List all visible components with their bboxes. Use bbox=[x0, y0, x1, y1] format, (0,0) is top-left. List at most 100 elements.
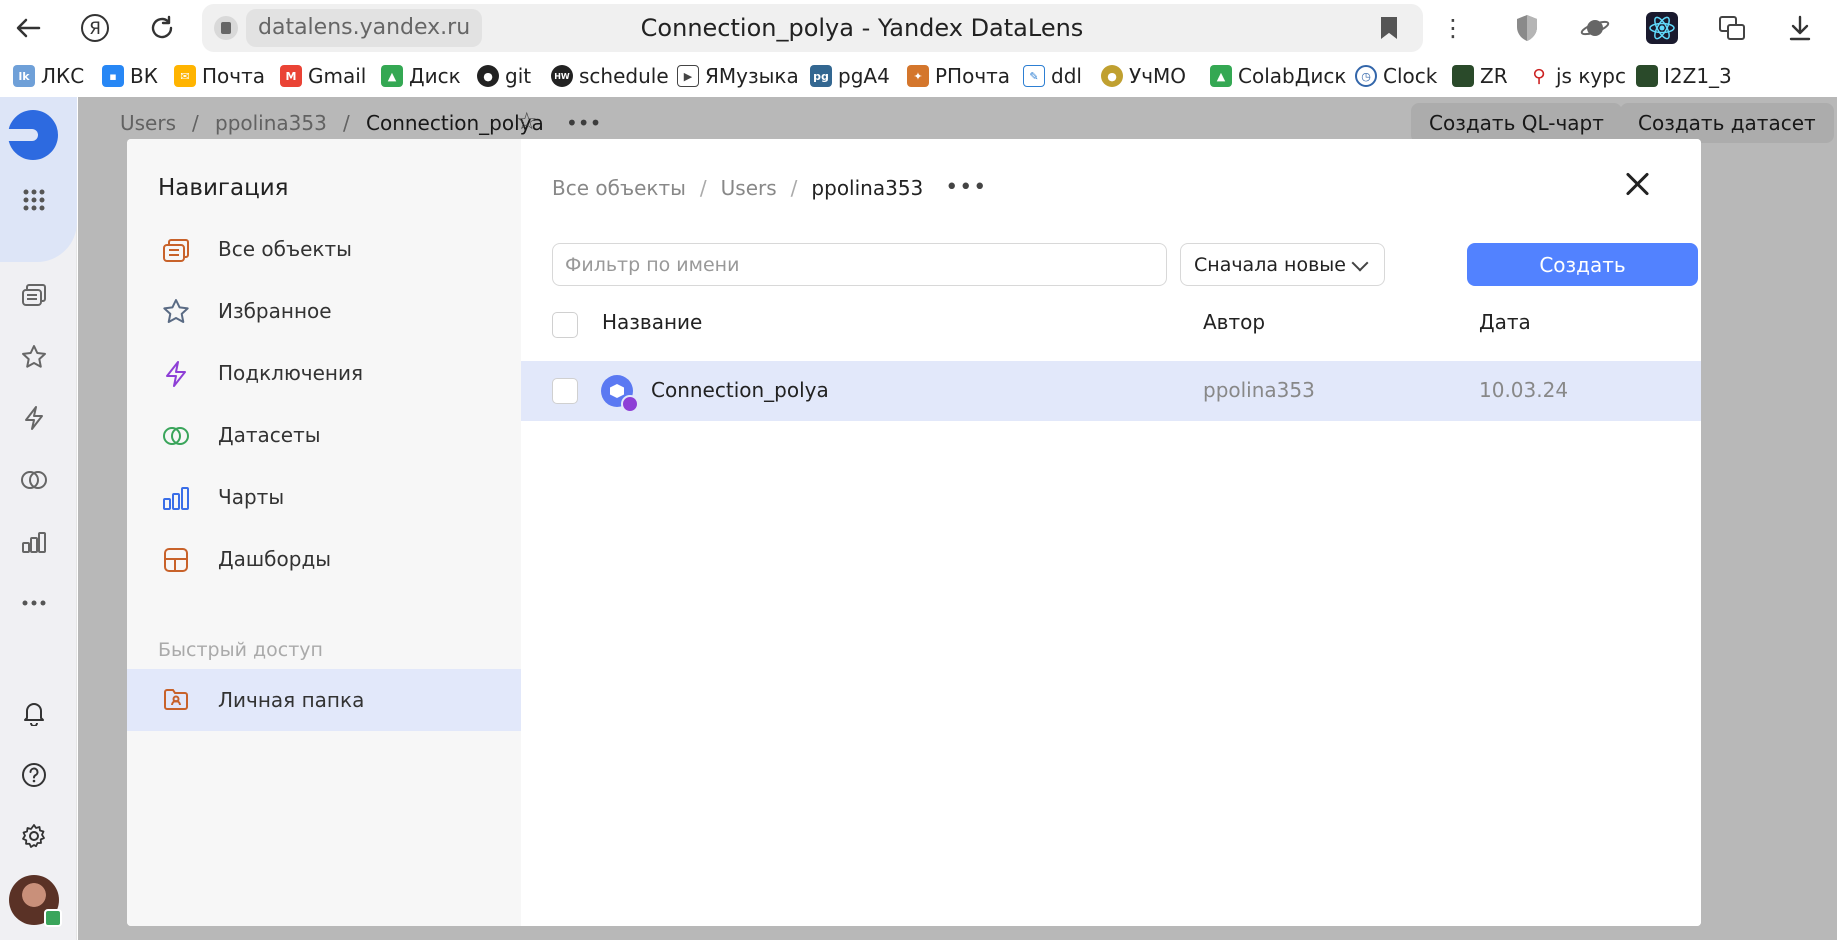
bookmark-uchmo[interactable]: ● УчМО bbox=[1101, 62, 1186, 90]
filter-input[interactable] bbox=[552, 243, 1167, 286]
yandex-icon[interactable]: Я bbox=[75, 8, 115, 48]
bookmark-schedule[interactable]: HW schedule bbox=[551, 62, 669, 90]
vk-icon: ▪ bbox=[102, 65, 124, 87]
datasets-icon[interactable] bbox=[16, 462, 52, 498]
bookmark-label: Gmail bbox=[308, 64, 367, 88]
address-bar[interactable]: datalens.yandex.ru Connection_polya - Ya… bbox=[202, 4, 1423, 52]
column-header-author[interactable]: Автор bbox=[1203, 310, 1265, 334]
breadcrumb-separator: / bbox=[790, 175, 798, 200]
row-name[interactable]: Connection_polya bbox=[651, 378, 829, 402]
all-objects-icon bbox=[163, 239, 189, 262]
row-checkbox[interactable] bbox=[552, 378, 578, 404]
breadcrumb-all-objects[interactable]: Все объекты bbox=[552, 176, 686, 200]
bookmark-icon[interactable] bbox=[1381, 17, 1397, 39]
star-icon[interactable] bbox=[16, 339, 52, 375]
bookmark-pga4[interactable]: pg pgA4 bbox=[810, 62, 890, 90]
bookmark-label: ddl bbox=[1051, 64, 1082, 88]
datalens-logo[interactable] bbox=[8, 110, 58, 160]
planet-extension-icon[interactable] bbox=[1579, 12, 1611, 44]
bookmark-clock[interactable]: ◷ Clock bbox=[1355, 62, 1437, 90]
bookmark-disk[interactable]: ▲ Диск bbox=[381, 62, 461, 90]
bookmark-jskurs[interactable]: ⚲ js курс bbox=[1528, 62, 1626, 90]
quick-access-heading: Быстрый доступ bbox=[158, 639, 323, 661]
bookmark-label: ЯМузыка bbox=[705, 64, 799, 88]
bookmark-label: УчМО bbox=[1129, 64, 1187, 88]
bookmark-gmail[interactable]: M Gmail bbox=[280, 62, 366, 90]
row-author: ppolina353 bbox=[1203, 378, 1315, 402]
nav-item-charts[interactable]: Чарты bbox=[127, 468, 521, 526]
reload-icon[interactable] bbox=[142, 8, 182, 48]
lock-badge-icon bbox=[44, 909, 62, 927]
nav-item-connections[interactable]: Подключения bbox=[127, 344, 521, 402]
dashboard-icon bbox=[164, 548, 188, 572]
bell-icon[interactable] bbox=[16, 695, 52, 731]
bookmarks-bar: lk ЛКС ▪ ВК ✉ Почта M Gmail ▲ Диск ● git HW sch… bbox=[0, 55, 1837, 97]
chevron-down-icon bbox=[1351, 254, 1369, 272]
music-icon: ▶ bbox=[677, 65, 699, 87]
translate-extension-icon[interactable] bbox=[1716, 12, 1748, 44]
bookmark-label: schedule bbox=[579, 64, 669, 88]
gmail-icon: M bbox=[280, 65, 302, 87]
nav-item-all-objects[interactable]: Все объекты bbox=[127, 220, 521, 278]
github-icon: ● bbox=[477, 65, 499, 87]
bookmark-i2z1[interactable]: I2Z1_3 bbox=[1636, 62, 1732, 90]
svg-text:Я: Я bbox=[89, 19, 101, 39]
bookmark-label: РПочта bbox=[935, 64, 1011, 88]
chart-icon[interactable] bbox=[16, 524, 52, 560]
bookmark-yamusic[interactable]: ▶ ЯМузыка bbox=[677, 62, 799, 90]
page-title: Connection_polya - Yandex DataLens bbox=[640, 14, 1084, 42]
bookmark-lks[interactable]: lk ЛКС bbox=[13, 62, 84, 90]
back-arrow-icon[interactable] bbox=[8, 8, 48, 48]
gear-icon[interactable] bbox=[16, 818, 52, 854]
bookmark-label: ВК bbox=[130, 64, 158, 88]
bookmark-label: ЛКС bbox=[41, 64, 85, 88]
more-actions-icon[interactable]: ••• bbox=[945, 175, 987, 200]
menu-dots-icon[interactable]: ⋮ bbox=[1437, 12, 1469, 44]
nav-item-label: Датасеты bbox=[218, 423, 321, 447]
bookmark-colabdisk[interactable]: ▲ ColabДиск bbox=[1210, 62, 1346, 90]
apps-grid-icon[interactable] bbox=[16, 182, 52, 218]
datalens-app: Users / ppolina353 / Connection_polya ☆ … bbox=[0, 97, 1837, 940]
address-domain[interactable]: datalens.yandex.ru bbox=[246, 9, 483, 47]
react-devtools-icon[interactable] bbox=[1646, 12, 1678, 44]
breadcrumb-users[interactable]: Users bbox=[721, 176, 777, 200]
lightning-icon[interactable] bbox=[16, 400, 52, 436]
nav-item-label: Все объекты bbox=[218, 237, 352, 261]
column-header-date[interactable]: Дата bbox=[1479, 310, 1531, 334]
bookmark-git[interactable]: ● git bbox=[477, 62, 531, 90]
bookmark-pochta[interactable]: ✉ Почта bbox=[174, 62, 265, 90]
nav-item-datasets[interactable]: Датасеты bbox=[127, 406, 521, 464]
nav-item-dashboards[interactable]: Дашборды bbox=[127, 530, 521, 588]
nav-item-label: Чарты bbox=[218, 485, 285, 509]
nav-item-personal-folder[interactable]: Личная папка bbox=[127, 669, 521, 731]
column-header-name[interactable]: Название bbox=[602, 310, 702, 334]
sort-select[interactable]: Сначала новые bbox=[1180, 243, 1385, 286]
bookmark-label: Clock bbox=[1383, 64, 1438, 88]
pg-icon: pg bbox=[810, 65, 832, 87]
bookmark-rpochta[interactable]: ✦ РПочта bbox=[907, 62, 1010, 90]
close-icon[interactable] bbox=[1623, 169, 1653, 199]
help-icon[interactable] bbox=[16, 757, 52, 793]
lock-icon[interactable] bbox=[214, 16, 238, 40]
all-objects-icon[interactable] bbox=[16, 277, 52, 313]
bookmark-zr[interactable]: ZR bbox=[1452, 62, 1508, 90]
nav-item-label: Дашборды bbox=[218, 547, 332, 571]
table-row[interactable]: Connection_polya ppolina353 10.03.24 bbox=[521, 361, 1701, 421]
nav-item-label: Подключения bbox=[218, 361, 364, 385]
bookmark-label: Диск bbox=[409, 64, 461, 88]
chart-icon bbox=[163, 487, 189, 510]
more-dots-icon[interactable] bbox=[16, 585, 52, 621]
datasets-icon bbox=[163, 427, 189, 445]
select-all-checkbox[interactable] bbox=[552, 312, 578, 338]
schedule-icon: HW bbox=[551, 65, 573, 87]
nav-item-favorites[interactable]: Избранное bbox=[127, 282, 521, 340]
ddl-icon: ✎ bbox=[1023, 65, 1045, 87]
bookmark-label: pgA4 bbox=[838, 64, 890, 88]
download-icon[interactable] bbox=[1784, 12, 1816, 44]
navigation-dialog: Навигация Все объекты Избранное Подключе… bbox=[127, 139, 1701, 926]
bookmark-vk[interactable]: ▪ ВК bbox=[102, 62, 158, 90]
bookmark-ddl[interactable]: ✎ ddl bbox=[1023, 62, 1082, 90]
create-button[interactable]: Создать bbox=[1467, 243, 1698, 286]
personal-folder-icon bbox=[164, 689, 188, 710]
shield-extension-icon[interactable] bbox=[1511, 12, 1543, 44]
